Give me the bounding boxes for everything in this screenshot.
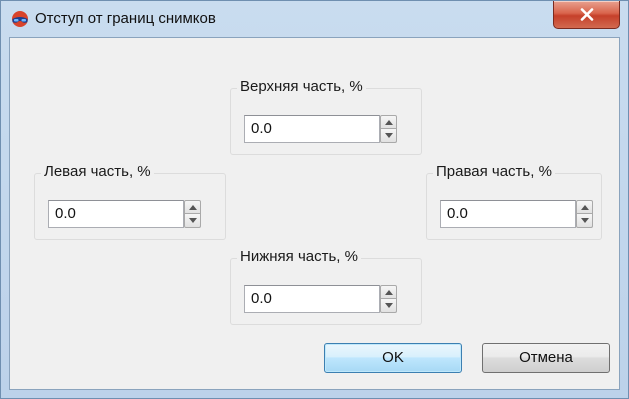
arrow-down-icon <box>189 218 197 223</box>
bottom-margin-group: Нижняя часть, % 0.0 <box>230 248 422 325</box>
right-margin-increment-button[interactable] <box>576 200 593 214</box>
title-bar[interactable]: Отступ от границ снимков <box>1 1 628 37</box>
dialog-window: Отступ от границ снимков Верхняя часть, … <box>0 0 629 399</box>
left-margin-spinbox[interactable]: 0.0 <box>48 200 201 228</box>
top-margin-input[interactable]: 0.0 <box>244 115 380 143</box>
top-margin-spin-buttons[interactable] <box>380 115 397 143</box>
left-margin-group: Левая часть, % 0.0 <box>34 163 226 240</box>
right-margin-input[interactable]: 0.0 <box>440 200 576 228</box>
right-margin-spinbox[interactable]: 0.0 <box>440 200 593 228</box>
arrow-up-icon <box>189 205 197 210</box>
left-margin-input[interactable]: 0.0 <box>48 200 184 228</box>
top-margin-label: Верхняя часть, % <box>237 78 366 95</box>
right-margin-label: Правая часть, % <box>433 163 555 180</box>
cancel-button[interactable]: Отмена <box>482 343 610 373</box>
close-button[interactable] <box>553 1 620 29</box>
left-margin-label: Левая часть, % <box>41 163 154 180</box>
top-margin-spinbox[interactable]: 0.0 <box>244 115 397 143</box>
bottom-margin-input[interactable]: 0.0 <box>244 285 380 313</box>
bottom-margin-label: Нижняя часть, % <box>237 248 361 265</box>
arrow-down-icon <box>581 218 589 223</box>
left-margin-decrement-button[interactable] <box>184 214 201 228</box>
top-margin-increment-button[interactable] <box>380 115 397 129</box>
arrow-down-icon <box>385 133 393 138</box>
arrow-up-icon <box>581 205 589 210</box>
ok-button[interactable]: OK <box>324 343 462 373</box>
close-icon <box>580 8 594 21</box>
right-margin-group: Правая часть, % 0.0 <box>426 163 602 240</box>
arrow-down-icon <box>385 303 393 308</box>
top-margin-group: Верхняя часть, % 0.0 <box>230 78 422 155</box>
bottom-margin-decrement-button[interactable] <box>380 299 397 313</box>
bottom-margin-spinbox[interactable]: 0.0 <box>244 285 397 313</box>
bottom-margin-increment-button[interactable] <box>380 285 397 299</box>
left-margin-spin-buttons[interactable] <box>184 200 201 228</box>
arrow-up-icon <box>385 120 393 125</box>
bottom-margin-spin-buttons[interactable] <box>380 285 397 313</box>
dialog-content: Верхняя часть, % 0.0 Левая часть, % 0.0 <box>9 37 620 390</box>
left-margin-increment-button[interactable] <box>184 200 201 214</box>
app-glasses-icon <box>12 11 28 27</box>
right-margin-spin-buttons[interactable] <box>576 200 593 228</box>
right-margin-decrement-button[interactable] <box>576 214 593 228</box>
arrow-up-icon <box>385 290 393 295</box>
window-title: Отступ от границ снимков <box>35 10 216 27</box>
top-margin-decrement-button[interactable] <box>380 129 397 143</box>
